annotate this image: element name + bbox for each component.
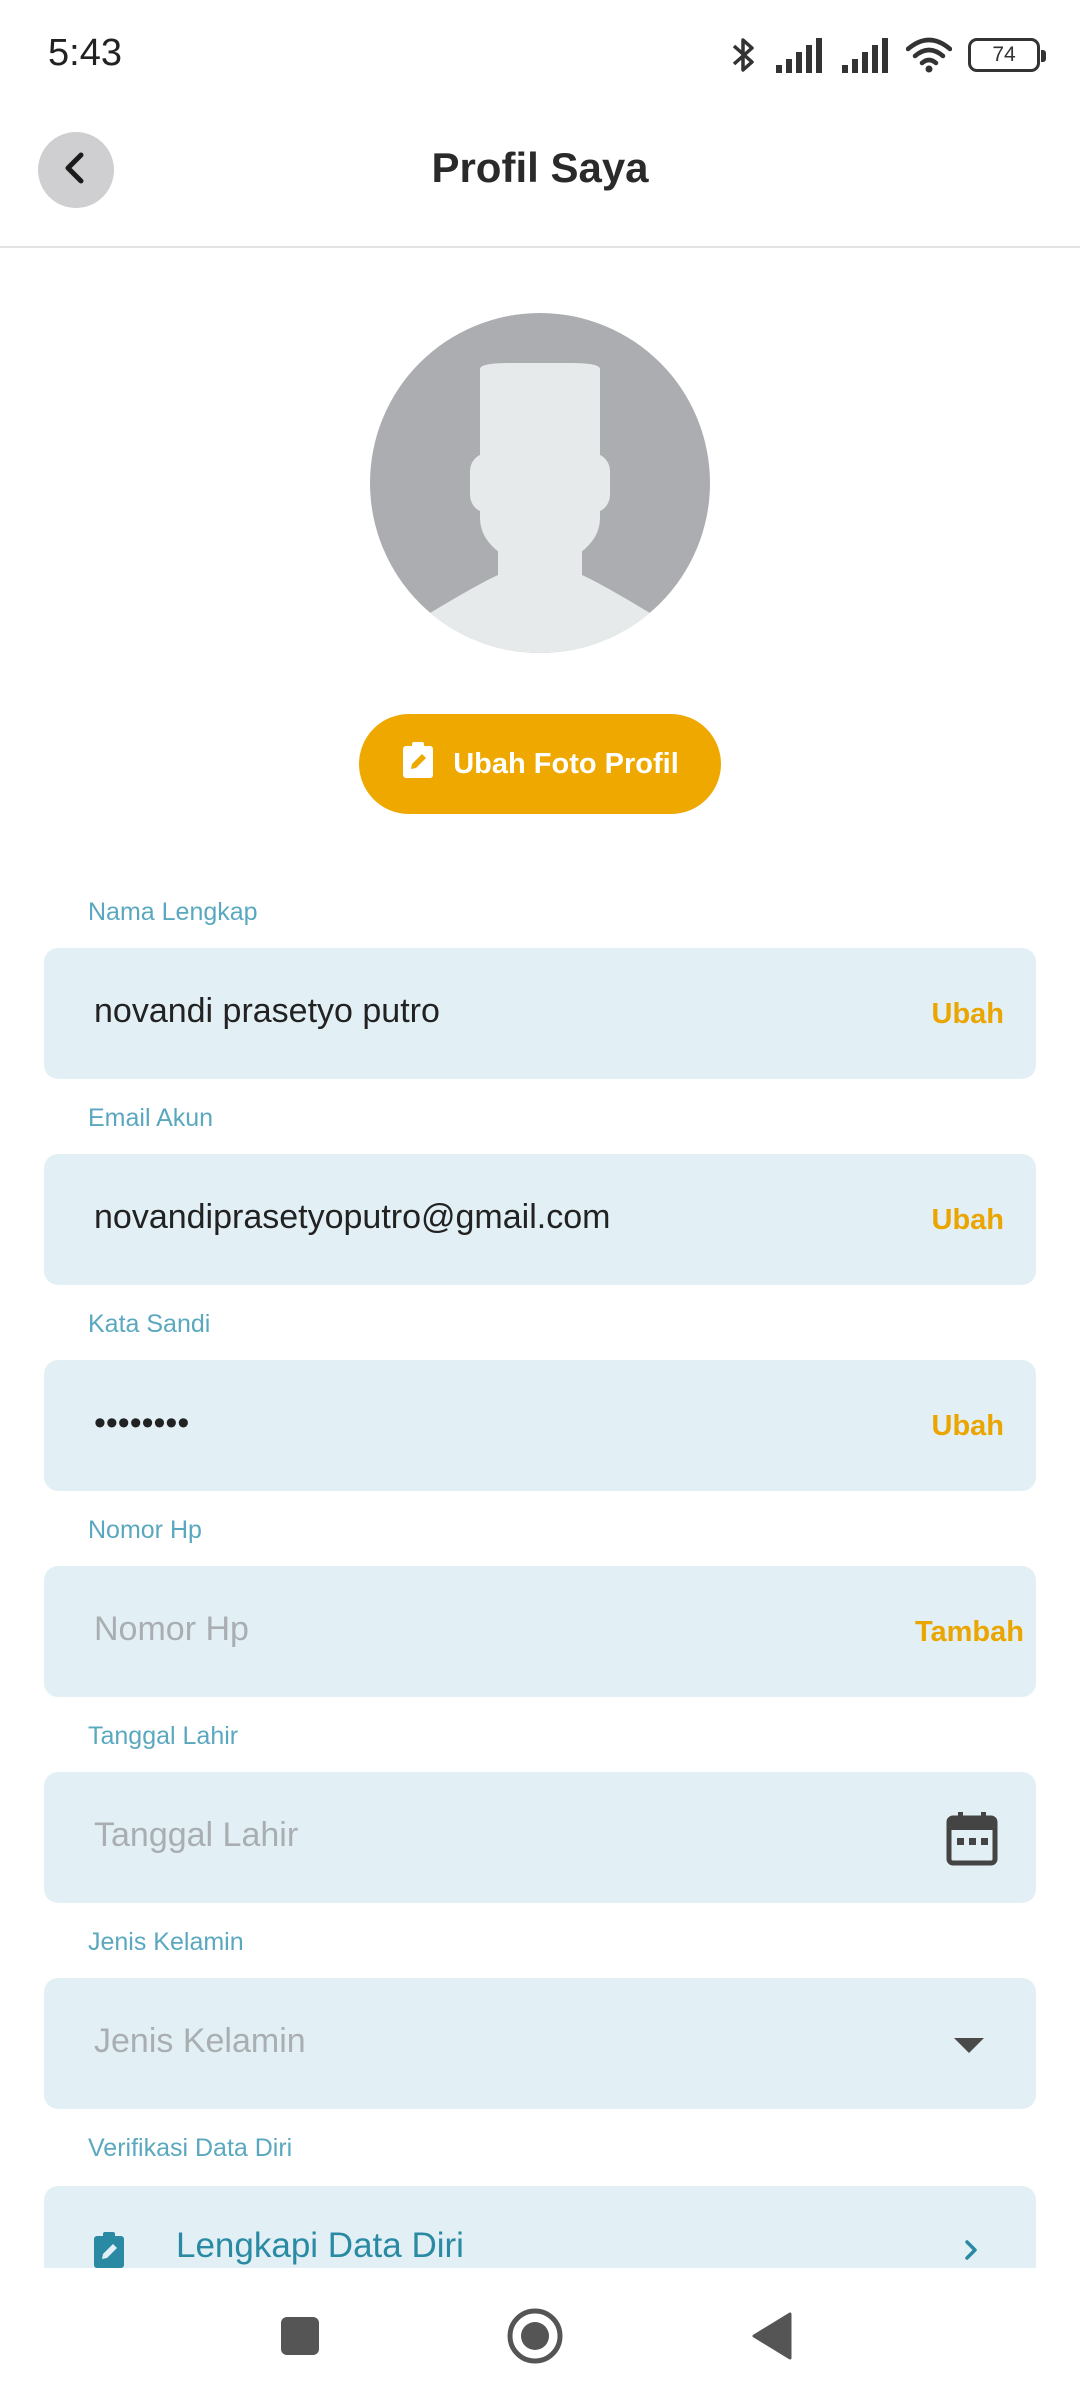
page-title: Profil Saya <box>431 144 649 191</box>
default-avatar-icon <box>370 313 710 653</box>
birth-date-field[interactable]: Tanggal Lahir <box>44 1772 1036 1903</box>
edit-email-button[interactable]: Ubah <box>932 1204 1005 1237</box>
status-icons: 74 <box>730 28 1046 82</box>
edit-full-name-button[interactable]: Ubah <box>932 998 1005 1031</box>
battery-icon: 74 <box>968 38 1046 72</box>
system-nav-bar <box>0 2268 1080 2400</box>
complete-personal-data-label: Lengkapi Data Diri <box>176 2226 464 2265</box>
birth-date-placeholder: Tanggal Lahir <box>94 1816 299 1854</box>
full-name-value: novandi prasetyo putro <box>94 992 440 1030</box>
edit-clipboard-icon <box>401 741 435 787</box>
status-time: 5:43 <box>48 32 122 74</box>
chevron-right-icon <box>962 2238 980 2267</box>
wifi-icon <box>906 37 952 73</box>
calendar-icon[interactable] <box>946 1810 998 1871</box>
email-value: novandiprasetyoputro@gmail.com <box>94 1198 611 1236</box>
recents-square-icon[interactable] <box>270 2306 330 2366</box>
change-photo-button[interactable]: Ubah Foto Profil <box>359 714 721 814</box>
signal-icon <box>840 37 890 73</box>
phone-field[interactable]: Nomor Hp Tambah <box>44 1566 1036 1697</box>
app-header: Profil Saya <box>0 110 1080 248</box>
back-triangle-icon[interactable] <box>742 2306 802 2366</box>
status-bar: 5:43 74 <box>0 0 1080 110</box>
password-label: Kata Sandi <box>88 1310 211 1338</box>
password-field: •••••••• Ubah <box>44 1360 1036 1491</box>
complete-personal-data-link[interactable]: Lengkapi Data Diri <box>44 2186 1036 2268</box>
add-phone-button[interactable]: Tambah <box>915 1616 1024 1649</box>
gender-placeholder: Jenis Kelamin <box>94 2022 306 2060</box>
email-field: novandiprasetyoputro@gmail.com Ubah <box>44 1154 1036 1285</box>
password-value: •••••••• <box>94 1404 190 1442</box>
full-name-label: Nama Lengkap <box>88 898 258 926</box>
verification-label: Verifikasi Data Diri <box>88 2134 293 2162</box>
phone-placeholder: Nomor Hp <box>94 1610 249 1648</box>
gender-select[interactable]: Jenis Kelamin <box>44 1978 1036 2109</box>
gender-label: Jenis Kelamin <box>88 1928 244 1956</box>
dropdown-arrow-icon <box>954 2038 984 2053</box>
edit-clipboard-icon <box>92 2231 126 2268</box>
birth-date-label: Tanggal Lahir <box>88 1722 239 1750</box>
battery-level: 74 <box>992 43 1016 66</box>
edit-password-button[interactable]: Ubah <box>932 1410 1005 1443</box>
home-circle-icon[interactable] <box>505 2306 565 2366</box>
signal-icon <box>774 37 824 73</box>
full-name-field: novandi prasetyo putro Ubah <box>44 948 1036 1079</box>
email-label: Email Akun <box>88 1104 214 1132</box>
change-photo-label: Ubah Foto Profil <box>453 747 679 780</box>
bluetooth-icon <box>730 35 758 75</box>
phone-label: Nomor Hp <box>88 1516 202 1544</box>
